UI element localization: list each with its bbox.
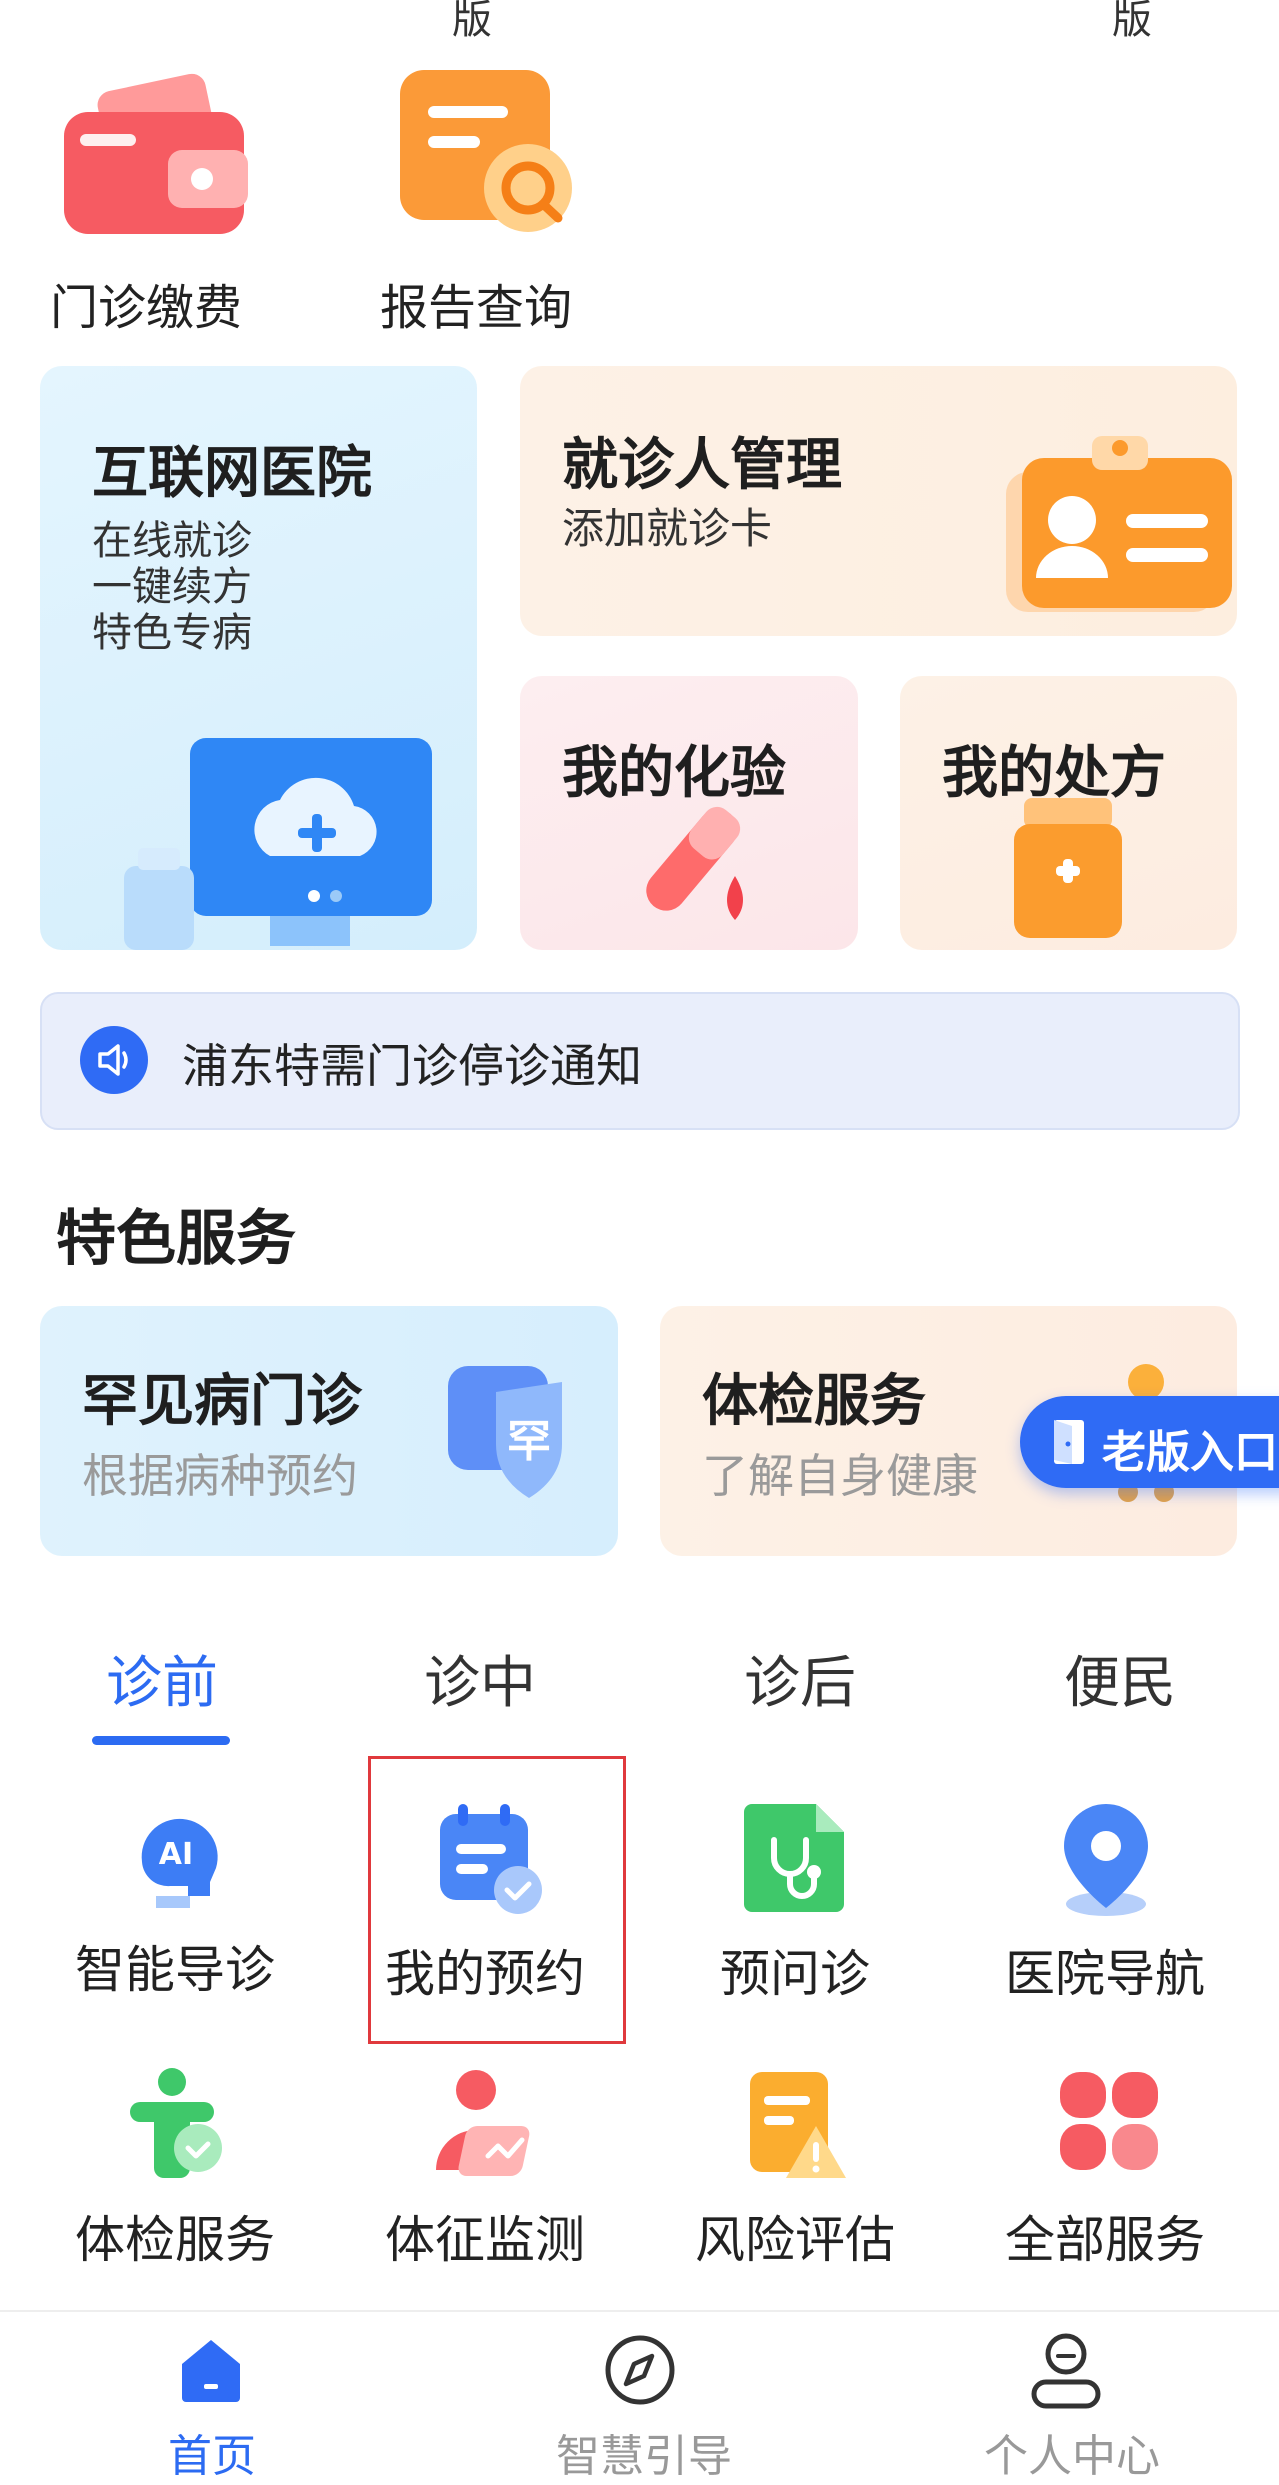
user-icon — [1031, 2333, 1101, 2409]
card-line: 在线就诊 — [92, 518, 252, 564]
quick-action-label: 门诊缴费 — [50, 280, 243, 336]
medicine-bottle-icon — [1014, 798, 1122, 938]
tab-convenience[interactable]: 便民 — [1064, 1638, 1176, 1719]
notice-bar[interactable]: 浦东特需门诊停诊通知 — [40, 992, 1240, 1130]
all-services-icon — [1060, 2072, 1158, 2170]
shield-rare-icon: 罕 — [448, 1366, 562, 1498]
old-version-button[interactable]: 老版入口 — [1020, 1396, 1279, 1488]
stethoscope-doc-icon — [744, 1804, 844, 1912]
service-smart-triage[interactable]: AI 智能导诊 — [20, 1790, 330, 2020]
cutoff-text-left: 版 — [452, 0, 492, 43]
card-title: 互联网医院 — [92, 441, 372, 506]
nav-label-smart-guide[interactable]: 智慧引导 — [556, 2420, 732, 2484]
compass-icon — [605, 2335, 675, 2405]
cutoff-text-right: 版 — [1112, 0, 1152, 43]
quick-action-outpatient-payment[interactable]: 门诊缴费 — [40, 60, 280, 340]
patient-management-card[interactable]: 就诊人管理 添加就诊卡 — [520, 366, 1237, 636]
cloud-medical-monitor-icon — [124, 738, 432, 950]
card-line: 特色专病 — [92, 610, 252, 656]
nav-label-profile[interactable]: 个人中心 — [984, 2420, 1160, 2484]
report-search-icon — [400, 70, 572, 232]
service-vital-monitoring[interactable]: 体征监测 — [330, 2060, 640, 2290]
internet-hospital-card[interactable]: 互联网医院 在线就诊 一键续方 特色专病 — [40, 366, 477, 950]
service-risk-assessment[interactable]: 风险评估 — [640, 2060, 950, 2290]
quick-action-report-query[interactable]: 报告查询 — [370, 60, 610, 340]
service-label: 医院导航 — [1005, 1945, 1205, 2003]
id-card-icon — [1006, 436, 1232, 612]
old-version-label: 老版入口 — [1102, 1427, 1278, 1478]
card-subtitle: 根据病种预约 — [82, 1449, 358, 1503]
service-label: 体检服务 — [75, 2211, 275, 2269]
service-label: 体征监测 — [385, 2211, 585, 2269]
tab-during-visit[interactable]: 诊中 — [424, 1638, 536, 1719]
service-label: 风险评估 — [695, 2211, 895, 2269]
vital-monitor-icon — [436, 2070, 530, 2176]
tab-post-visit[interactable]: 诊后 — [744, 1638, 856, 1719]
card-title: 罕见病门诊 — [82, 1369, 362, 1434]
card-title: 体检服务 — [702, 1369, 926, 1434]
service-hospital-navigation[interactable]: 医院导航 — [950, 1790, 1260, 2020]
location-pin-icon — [1064, 1804, 1148, 1916]
service-all-services[interactable]: 全部服务 — [950, 2060, 1260, 2290]
test-tube-icon — [646, 806, 743, 920]
quick-action-label: 报告查询 — [380, 280, 573, 336]
card-title: 就诊人管理 — [562, 433, 842, 498]
service-health-check[interactable]: 体检服务 — [20, 2060, 330, 2290]
home-icon — [182, 2340, 240, 2402]
tab-pre-visit[interactable]: 诊前 — [106, 1638, 218, 1719]
ai-head-icon: AI — [141, 1818, 218, 1908]
section-title: 特色服务 — [56, 1204, 296, 1274]
card-subtitle: 了解自身健康 — [702, 1449, 978, 1503]
speaker-icon — [80, 1026, 148, 1094]
highlight-box — [368, 1756, 626, 2044]
rare-disease-card[interactable]: 罕见病门诊 根据病种预约 罕 — [40, 1306, 618, 1556]
active-tab-indicator — [92, 1736, 230, 1745]
service-label: 预问诊 — [720, 1945, 870, 2003]
body-check-icon — [130, 2068, 222, 2178]
door-icon — [1054, 1420, 1084, 1464]
wallet-icon — [64, 73, 248, 234]
service-pre-consultation[interactable]: 预问诊 — [640, 1790, 950, 2020]
service-label: 全部服务 — [1005, 2211, 1205, 2269]
my-lab-card[interactable]: 我的化验 — [520, 676, 858, 950]
nav-label-home[interactable]: 首页 — [168, 2420, 256, 2484]
service-label: 智能导诊 — [75, 1941, 275, 1999]
svg-text:AI: AI — [159, 1837, 193, 1872]
risk-warning-icon — [750, 2072, 846, 2178]
card-subtitle: 添加就诊卡 — [562, 504, 773, 553]
card-line: 一键续方 — [92, 564, 252, 610]
my-prescription-card[interactable]: 我的处方 — [900, 676, 1237, 950]
svg-text:罕: 罕 — [507, 1416, 551, 1467]
notice-text: 浦东特需门诊停诊通知 — [182, 1039, 642, 1093]
